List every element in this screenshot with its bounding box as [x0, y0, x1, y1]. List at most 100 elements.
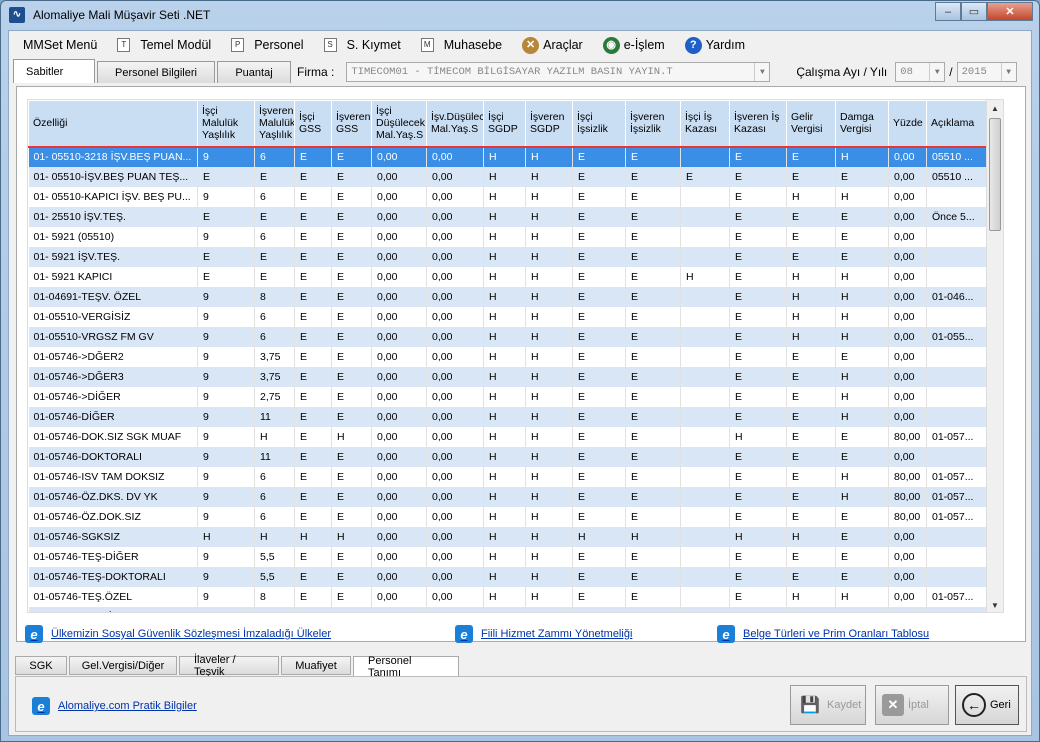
- table-cell[interactable]: E: [331, 186, 372, 207]
- table-cell[interactable]: 0,00: [371, 246, 427, 267]
- table-row[interactable]: 01-05746-TEŞ-DOKTORALI 9 5,5 E E 0,00 0,00 H H E E…: [28, 566, 987, 587]
- table-cell[interactable]: H: [525, 486, 573, 507]
- table-cell[interactable]: 9: [197, 506, 255, 527]
- table-cell[interactable]: E: [572, 586, 626, 607]
- table-cell[interactable]: E: [331, 246, 372, 267]
- table-cell[interactable]: E: [331, 486, 372, 507]
- table-row[interactable]: 01-05746-ÖZ.DKS. DV YK 9 6 E E 0,00 0,00 H H E E E E…: [28, 486, 987, 507]
- table-cell[interactable]: E: [572, 486, 626, 507]
- table-cell[interactable]: E: [729, 386, 787, 407]
- close-button[interactable]: ✕: [987, 2, 1033, 21]
- table-cell[interactable]: [926, 266, 987, 287]
- table-cell[interactable]: 0,00: [371, 186, 427, 207]
- table-cell[interactable]: E: [331, 386, 372, 407]
- table-cell[interactable]: 0,00: [426, 286, 484, 307]
- table-cell[interactable]: E: [331, 266, 372, 287]
- column-header[interactable]: İşveren İşsizlik: [625, 100, 681, 147]
- table-cell[interactable]: H: [483, 145, 526, 167]
- table-cell[interactable]: E: [786, 406, 836, 427]
- column-header[interactable]: İşçi Malulük Yaşlılık: [197, 100, 255, 147]
- table-cell[interactable]: E: [331, 606, 372, 612]
- table-cell[interactable]: 01-05746-ÖZ.DOK.SIZ: [28, 506, 198, 527]
- table-cell[interactable]: 0,00: [371, 166, 427, 187]
- table-row[interactable]: 01-05746-ISV TAM DOKSIZ 9 6 E E 0,00 0,00 H H E E E…: [28, 466, 987, 487]
- table-cell[interactable]: H: [525, 366, 573, 387]
- table-cell[interactable]: [680, 286, 730, 307]
- table-cell[interactable]: 01-05746-ÖZ.DKS. DV YK: [28, 486, 198, 507]
- table-cell[interactable]: E: [729, 586, 787, 607]
- table-cell[interactable]: E: [835, 426, 889, 447]
- table-cell[interactable]: E: [294, 166, 332, 187]
- table-cell[interactable]: E: [625, 546, 681, 567]
- table-cell[interactable]: 6: [254, 486, 295, 507]
- table-cell[interactable]: [926, 546, 987, 567]
- table-cell[interactable]: H: [525, 286, 573, 307]
- table-cell[interactable]: 0,00: [426, 246, 484, 267]
- table-cell[interactable]: 05510 ...: [926, 145, 987, 167]
- table-cell[interactable]: 0,00: [371, 366, 427, 387]
- table-cell[interactable]: E: [729, 566, 787, 587]
- table-cell[interactable]: E: [294, 546, 332, 567]
- table-cell[interactable]: H: [835, 186, 889, 207]
- table-cell[interactable]: 9: [197, 286, 255, 307]
- table-cell[interactable]: 0,00: [426, 145, 484, 167]
- table-cell[interactable]: Önce 5...: [926, 206, 987, 227]
- table-cell[interactable]: H: [525, 306, 573, 327]
- table-cell[interactable]: E: [197, 266, 255, 287]
- table-cell[interactable]: 0,00: [888, 546, 927, 567]
- table-cell[interactable]: 0,00: [371, 506, 427, 527]
- table-cell[interactable]: 0,00: [426, 226, 484, 247]
- table-cell[interactable]: 0,00: [371, 526, 427, 547]
- table-cell[interactable]: H: [525, 166, 573, 187]
- table-cell[interactable]: E: [625, 506, 681, 527]
- table-cell[interactable]: E: [786, 546, 836, 567]
- table-cell[interactable]: [680, 186, 730, 207]
- table-cell[interactable]: H: [525, 586, 573, 607]
- table-cell[interactable]: H: [835, 326, 889, 347]
- table-cell[interactable]: H: [525, 266, 573, 287]
- table-row[interactable]: 01-05746-TEŞ.ÖZEL 9 8 E E 0,00 0,00 H H E E E H H 0,00…: [28, 586, 987, 607]
- menu-muhasebe[interactable]: M Muhasebe: [420, 38, 502, 52]
- table-cell[interactable]: H: [483, 166, 526, 187]
- year-select[interactable]: 2015 ▼: [956, 62, 1017, 82]
- save-button[interactable]: 💾 Kaydet: [790, 685, 866, 725]
- table-cell[interactable]: 01-05746-SGKSIZ: [28, 526, 198, 547]
- table-cell[interactable]: 0,00: [888, 526, 927, 547]
- table-cell[interactable]: 0,00: [888, 286, 927, 307]
- table-row[interactable]: 01-05746-SGKSIZ H H H H 0,00 0,00 H H H H H H E 0,00: [28, 526, 987, 547]
- table-cell[interactable]: H: [483, 326, 526, 347]
- table-cell[interactable]: H: [483, 606, 526, 612]
- table-cell[interactable]: 01-046...: [926, 286, 987, 307]
- table-cell[interactable]: 9: [197, 546, 255, 567]
- table-row[interactable]: 01- 5921 (05510) 9 6 E E 0,00 0,00 H H E E E E E 0,00: [28, 226, 987, 247]
- table-cell[interactable]: H: [483, 526, 526, 547]
- table-cell[interactable]: 0,00: [426, 366, 484, 387]
- menu-e-islem[interactable]: ◉ e-İşlem: [602, 36, 665, 54]
- table-cell[interactable]: E: [331, 145, 372, 167]
- table-cell[interactable]: E: [729, 166, 787, 187]
- table-cell[interactable]: 8: [254, 586, 295, 607]
- menu-temel-modul[interactable]: T Temel Modül: [117, 38, 211, 52]
- table-cell[interactable]: [680, 546, 730, 567]
- table-cell[interactable]: 9: [197, 366, 255, 387]
- table-row[interactable]: 01- 05510-KAPICI İŞV. BEŞ PU... 9 6 E E 0,00 0…: [28, 186, 987, 207]
- table-row[interactable]: 01-05510-VRGSZ FM GV 9 6 E E 0,00 0,00 H H E E E H H 0…: [28, 326, 987, 347]
- table-cell[interactable]: [926, 346, 987, 367]
- table-cell[interactable]: H: [254, 526, 295, 547]
- table-cell[interactable]: [680, 386, 730, 407]
- table-cell[interactable]: H: [525, 226, 573, 247]
- table-cell[interactable]: E: [331, 346, 372, 367]
- table-cell[interactable]: E: [254, 246, 295, 267]
- table-row[interactable]: 01-05746-TEŞ-DİĞER 9 5,5 E E 0,00 0,00 H H E E E E E 0…: [28, 546, 987, 567]
- column-header[interactable]: İşçi İş Kazası: [680, 100, 730, 147]
- table-cell[interactable]: E: [331, 366, 372, 387]
- table-cell[interactable]: 9: [197, 446, 255, 467]
- table-cell[interactable]: 01-05510-VRGSZ FM GV: [28, 326, 198, 347]
- table-cell[interactable]: [680, 606, 730, 612]
- table-cell[interactable]: E: [729, 206, 787, 227]
- table-cell[interactable]: [680, 366, 730, 387]
- table-cell[interactable]: E: [572, 386, 626, 407]
- table-cell[interactable]: E: [625, 446, 681, 467]
- table-cell[interactable]: [926, 566, 987, 587]
- column-header[interactable]: İşçi İşsizlik: [572, 100, 626, 147]
